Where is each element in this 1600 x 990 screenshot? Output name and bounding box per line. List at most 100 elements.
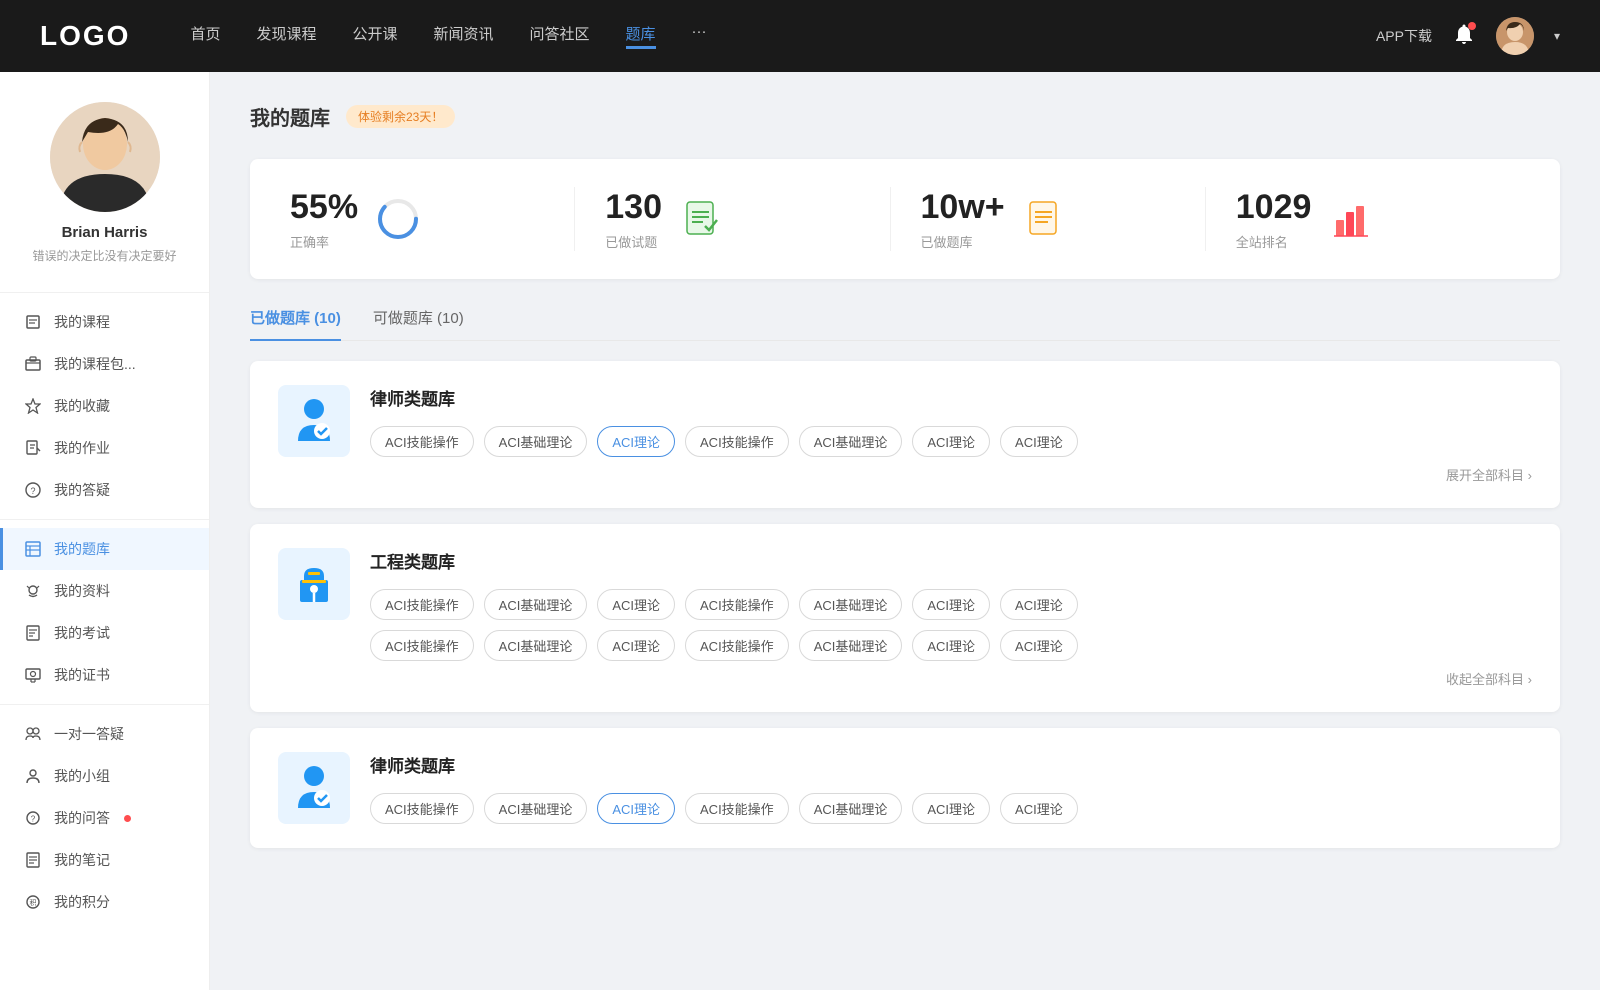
qbank-tag[interactable]: ACI理论: [597, 589, 675, 620]
qbank-tag[interactable]: ACI基础理论: [799, 589, 903, 620]
qbank-expand-1[interactable]: 展开全部科目 ›: [370, 465, 1532, 484]
nav-link-qbank[interactable]: 题库: [626, 23, 656, 49]
stat-done-questions: 130 已做试题: [575, 187, 890, 251]
sidebar-label-one2one: 一对一答疑: [54, 724, 124, 744]
sidebar-item-group[interactable]: 我的小组: [0, 755, 209, 797]
sidebar-item-question[interactable]: ? 我的问答: [0, 797, 209, 839]
profile-motto: 错误的决定比没有决定要好: [32, 247, 176, 264]
qbank-tag[interactable]: ACI理论: [912, 793, 990, 824]
qbank-icon: [24, 540, 42, 558]
tabs-row: 已做题库 (10) 可做题库 (10): [250, 307, 1560, 341]
sidebar-label-material: 我的资料: [54, 581, 110, 601]
sidebar-item-qbank[interactable]: 我的题库: [0, 528, 209, 570]
qbank-tag[interactable]: ACI理论: [912, 426, 990, 457]
qbank-card-lawyer-2: 律师类题库 ACI技能操作 ACI基础理论 ACI理论 ACI技能操作 ACI基…: [250, 728, 1560, 848]
nav-link-home[interactable]: 首页: [190, 23, 220, 49]
exam-icon: [24, 624, 42, 642]
stat-rank-icon: [1329, 197, 1373, 241]
qbank-card-lawyer-1-body: 律师类题库 ACI技能操作 ACI基础理论 ACI理论 ACI技能操作 ACI基…: [370, 385, 1532, 484]
stat-done-banks: 10w+ 已做题库: [891, 187, 1206, 251]
qbank-tag[interactable]: ACI理论: [912, 630, 990, 661]
nav-app-download[interactable]: APP下载: [1376, 26, 1432, 46]
sidebar-item-note[interactable]: 我的笔记: [0, 839, 209, 881]
nav-user-arrow[interactable]: ▾: [1554, 29, 1560, 43]
notification-dot: [1468, 22, 1476, 30]
qbank-tag[interactable]: ACI基础理论: [484, 589, 588, 620]
qbank-list: 律师类题库 ACI技能操作 ACI基础理论 ACI理论 ACI技能操作 ACI基…: [250, 361, 1560, 848]
profile-avatar-img: [50, 102, 160, 212]
nav-avatar[interactable]: [1496, 17, 1534, 55]
sidebar-item-course[interactable]: 我的课程: [0, 301, 209, 343]
qbank-card-lawyer-2-title: 律师类题库: [370, 752, 1532, 777]
qbank-tag[interactable]: ACI技能操作: [685, 630, 789, 661]
nav-link-news[interactable]: 新闻资讯: [434, 23, 494, 49]
qbank-tag[interactable]: ACI理论: [1000, 426, 1078, 457]
nav-link-more[interactable]: ···: [692, 23, 707, 49]
qbank-tag[interactable]: ACI技能操作: [370, 589, 474, 620]
qbank-tag[interactable]: ACI理论: [1000, 793, 1078, 824]
qbank-tag[interactable]: ACI技能操作: [370, 426, 474, 457]
qbank-card-lawyer-2-tags: ACI技能操作 ACI基础理论 ACI理论 ACI技能操作 ACI基础理论 AC…: [370, 793, 1532, 824]
stat-accuracy-label: 正确率: [290, 232, 358, 251]
qbank-card-lawyer-2-body: 律师类题库 ACI技能操作 ACI基础理论 ACI理论 ACI技能操作 ACI基…: [370, 752, 1532, 824]
qbank-tag[interactable]: ACI基础理论: [799, 426, 903, 457]
qbank-tag[interactable]: ACI基础理论: [799, 793, 903, 824]
sidebar-label-question: 我的问答: [54, 808, 110, 828]
svg-text:?: ?: [31, 815, 36, 824]
qbank-collapse-2[interactable]: 收起全部科目 ›: [370, 669, 1532, 688]
sidebar-item-material[interactable]: 我的资料: [0, 570, 209, 612]
qbank-lawyer-icon-wrapper-2: [278, 752, 350, 824]
qbank-card-lawyer-1-title: 律师类题库: [370, 385, 1532, 410]
sidebar-label-qbank: 我的题库: [54, 539, 110, 559]
nav-link-qa[interactable]: 问答社区: [530, 23, 590, 49]
qbank-tag[interactable]: ACI基础理论: [484, 630, 588, 661]
sidebar-item-package[interactable]: 我的课程包...: [0, 343, 209, 385]
qbank-tag[interactable]: ACI技能操作: [370, 630, 474, 661]
qbank-card-engineer: 工程类题库 ACI技能操作 ACI基础理论 ACI理论 ACI技能操作 ACI基…: [250, 524, 1560, 712]
qbank-card-engineer-header: 工程类题库 ACI技能操作 ACI基础理论 ACI理论 ACI技能操作 ACI基…: [278, 548, 1532, 688]
sidebar-label-note: 我的笔记: [54, 850, 110, 870]
qbank-tag-active[interactable]: ACI理论: [597, 793, 675, 824]
tab-done-banks[interactable]: 已做题库 (10): [250, 307, 341, 340]
qbank-tag[interactable]: ACI基础理论: [484, 793, 588, 824]
stats-bar: 55% 正确率 130 已做试题: [250, 159, 1560, 279]
qbank-card-engineer-body: 工程类题库 ACI技能操作 ACI基础理论 ACI理论 ACI技能操作 ACI基…: [370, 548, 1532, 688]
qbank-tag[interactable]: ACI技能操作: [685, 426, 789, 457]
qbank-tag[interactable]: ACI技能操作: [370, 793, 474, 824]
qbank-tag[interactable]: ACI理论: [912, 589, 990, 620]
qbank-tag[interactable]: ACI基础理论: [484, 426, 588, 457]
sidebar-item-favorites[interactable]: 我的收藏: [0, 385, 209, 427]
qbank-tag[interactable]: ACI技能操作: [685, 793, 789, 824]
qbank-engineer-icon-wrapper: [278, 548, 350, 620]
sidebar-item-homework[interactable]: 我的作业: [0, 427, 209, 469]
nav-right: APP下载 ▾: [1376, 17, 1560, 55]
nav-bell-button[interactable]: [1452, 22, 1476, 51]
qbank-tag[interactable]: ACI技能操作: [685, 589, 789, 620]
stat-done-banks-value: 10w+: [921, 187, 1005, 228]
question-notification-dot: [124, 815, 131, 822]
nav-link-discover[interactable]: 发现课程: [256, 23, 316, 49]
tab-available-banks[interactable]: 可做题库 (10): [373, 307, 464, 340]
nav-link-opencourse[interactable]: 公开课: [352, 23, 397, 49]
doc-orange-icon: [1026, 200, 1064, 238]
qbank-tag[interactable]: ACI理论: [597, 630, 675, 661]
qbank-card-lawyer-1: 律师类题库 ACI技能操作 ACI基础理论 ACI理论 ACI技能操作 ACI基…: [250, 361, 1560, 508]
sidebar-item-one2one[interactable]: 一对一答疑: [0, 713, 209, 755]
stat-done-banks-label: 已做题库: [921, 232, 1005, 251]
qbank-tag[interactable]: ACI理论: [1000, 630, 1078, 661]
qbank-card-engineer-title: 工程类题库: [370, 548, 1532, 573]
qbank-tag[interactable]: ACI理论: [1000, 589, 1078, 620]
navbar: LOGO 首页 发现课程 公开课 新闻资讯 问答社区 题库 ··· APP下载 …: [0, 0, 1600, 72]
profile-avatar: [50, 102, 160, 212]
stat-done-questions-numbers: 130 已做试题: [605, 187, 662, 251]
sidebar-item-qa[interactable]: ? 我的答疑: [0, 469, 209, 511]
qbank-tag[interactable]: ACI基础理论: [799, 630, 903, 661]
qbank-card-lawyer-2-header: 律师类题库 ACI技能操作 ACI基础理论 ACI理论 ACI技能操作 ACI基…: [278, 752, 1532, 824]
sidebar-item-exam[interactable]: 我的考试: [0, 612, 209, 654]
sidebar-item-points[interactable]: 积 我的积分: [0, 881, 209, 923]
sidebar-item-cert[interactable]: 我的证书: [0, 654, 209, 696]
qbank-tag-active[interactable]: ACI理论: [597, 426, 675, 457]
one2one-icon: [24, 725, 42, 743]
material-icon: [24, 582, 42, 600]
stat-accuracy-icon: [376, 197, 420, 241]
